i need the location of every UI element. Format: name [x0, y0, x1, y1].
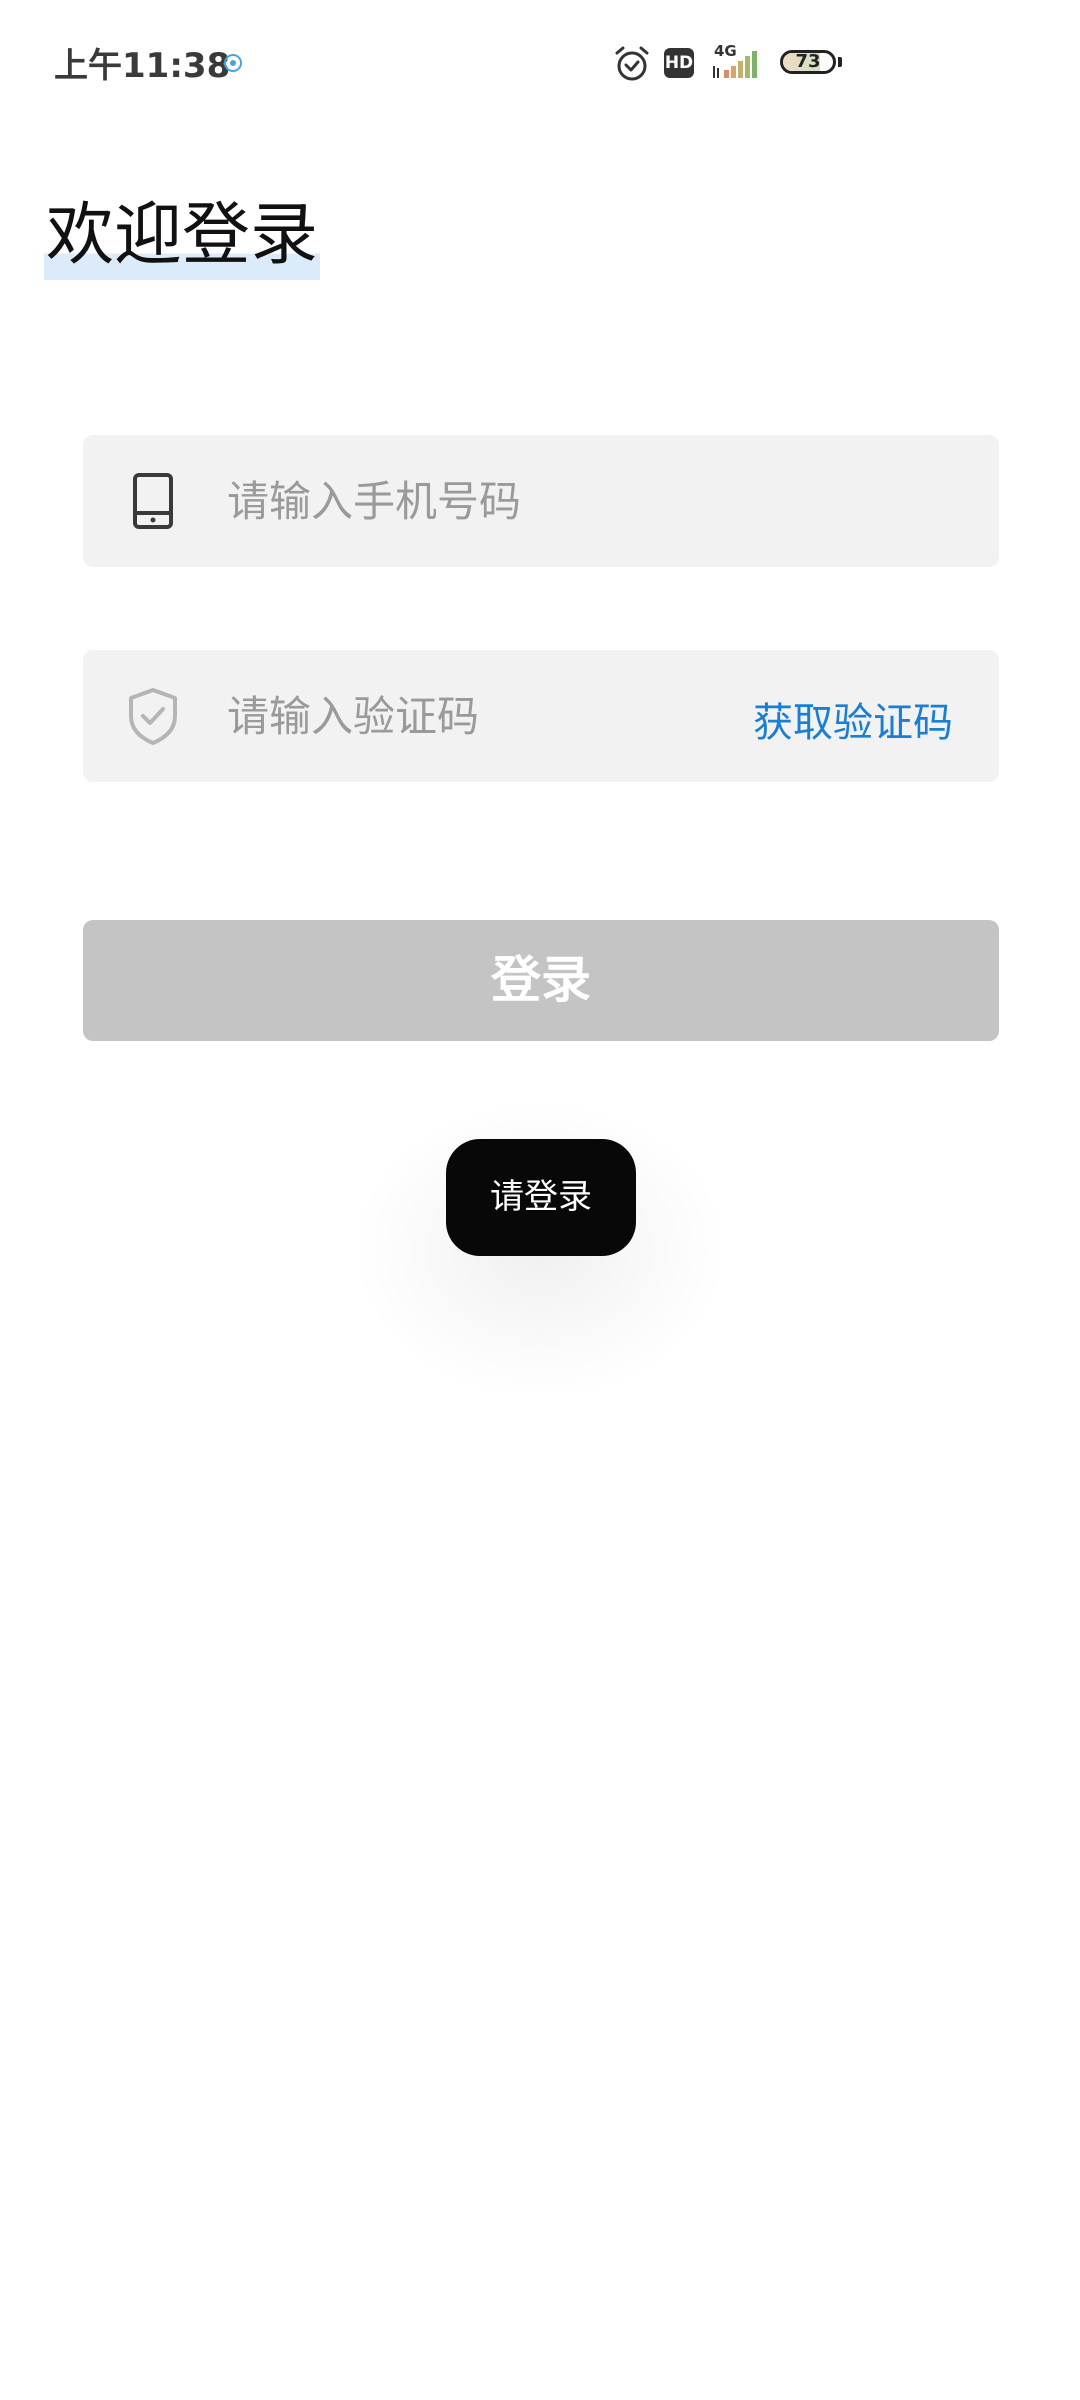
- battery-cap: [838, 57, 842, 67]
- shield-check-icon: [129, 688, 177, 745]
- hd-icon: HD: [664, 48, 694, 78]
- status-bar: 上午11:38 HD 4G 73: [0, 0, 1080, 128]
- alarm-icon: [615, 46, 649, 81]
- phone-input-row[interactable]: [83, 435, 999, 567]
- status-time: 上午11:38: [54, 46, 231, 86]
- login-page: 上午11:38 HD 4G 73 欢迎登录 请输入手机号码 请输入验证码 获取验…: [0, 0, 1080, 2400]
- verification-code-input[interactable]: [227, 684, 707, 748]
- get-code-button[interactable]: 获取验证码: [753, 690, 953, 748]
- battery-icon: 73: [780, 50, 836, 74]
- notification-icon: [224, 54, 242, 72]
- battery-level-text: 73: [795, 51, 821, 72]
- code-input-row[interactable]: 获取验证码: [83, 650, 999, 782]
- network-type-label: 4G: [714, 42, 737, 60]
- toast-message: 请登录: [446, 1139, 636, 1256]
- phone-icon: [133, 473, 173, 529]
- phone-input[interactable]: [227, 469, 787, 533]
- page-title: 欢迎登录: [44, 192, 321, 280]
- login-button[interactable]: 登录: [83, 920, 999, 1041]
